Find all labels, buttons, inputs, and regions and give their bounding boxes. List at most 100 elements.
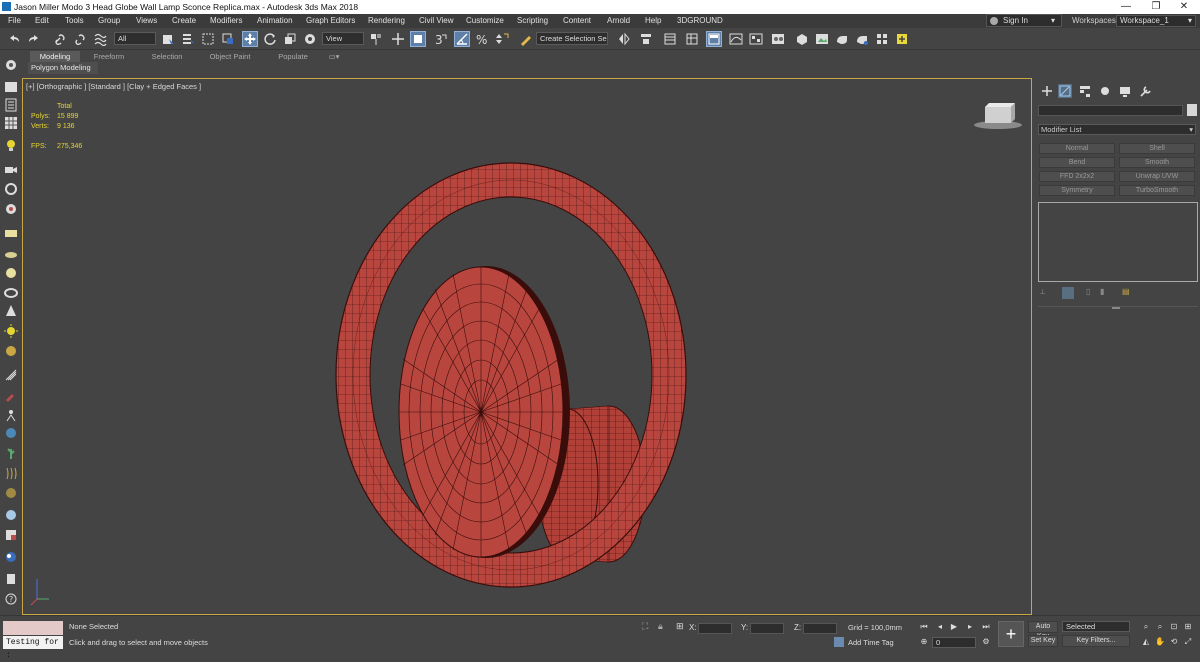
rendered-frame-icon[interactable] — [814, 31, 830, 47]
edit-named-sel-icon[interactable] — [518, 31, 534, 47]
menu-customize[interactable]: Customize — [466, 14, 504, 28]
prev-frame-icon[interactable]: ◂ — [934, 621, 946, 633]
modify-tab-icon[interactable] — [1058, 84, 1072, 98]
rollout-grip[interactable] — [1112, 307, 1120, 309]
add-time-tag-button[interactable]: Add Time Tag — [848, 638, 894, 647]
modifier-turbosmooth-button[interactable]: TurboSmooth — [1119, 185, 1195, 196]
globe-icon[interactable] — [4, 426, 18, 440]
mirror-icon[interactable] — [616, 31, 632, 47]
auto-key-button[interactable]: Auto Key — [1028, 621, 1058, 640]
material-sphere-icon[interactable] — [4, 344, 18, 358]
spacewarp-icon[interactable] — [4, 202, 18, 216]
plant-icon[interactable] — [4, 446, 18, 460]
select-rotate-icon[interactable] — [262, 31, 278, 47]
a360-icon[interactable] — [874, 31, 890, 47]
absolute-mode-icon[interactable]: ⊞ — [676, 621, 684, 632]
modifier-unwrap-uvw-button[interactable]: Unwrap UVW — [1119, 171, 1195, 182]
key-filters-button[interactable]: Key Filters... — [1062, 635, 1130, 647]
brush-icon[interactable] — [4, 388, 18, 402]
time-config-icon[interactable]: ⚙ — [980, 636, 992, 648]
next-frame-icon[interactable]: ▸ — [964, 621, 976, 633]
selection-filter-dropdown[interactable]: All — [114, 32, 156, 45]
x-coordinate-field[interactable] — [698, 623, 732, 634]
modifier-ffd-button[interactable]: FFD 2x2x2 — [1039, 171, 1115, 182]
light-bulb-icon[interactable] — [4, 138, 18, 152]
cone-primitive-icon[interactable] — [4, 246, 18, 260]
orbit-icon[interactable]: ⟲ — [1168, 636, 1180, 648]
helper-icon[interactable] — [4, 182, 18, 196]
material-editor-icon[interactable] — [770, 31, 786, 47]
workspace-dropdown[interactable]: Workspace_1 ▾ — [1116, 15, 1196, 27]
zoom-extents-all-icon[interactable]: ⊞ — [1182, 621, 1194, 633]
key-mode-dropdown[interactable]: Selected — [1062, 621, 1130, 632]
add-time-tag-icon[interactable] — [834, 637, 844, 647]
zoom-all-icon[interactable]: ⌕ — [1154, 621, 1166, 633]
object-name-input[interactable] — [1038, 105, 1183, 116]
grid-toggle-icon[interactable] — [4, 116, 18, 130]
window-crossing-icon[interactable] — [220, 31, 236, 47]
menu-create[interactable]: Create — [172, 14, 196, 28]
select-scale-icon[interactable] — [282, 31, 298, 47]
show-end-result-icon[interactable] — [1062, 287, 1074, 299]
configure-sets-icon[interactable]: ▤ — [1122, 287, 1130, 296]
set-key-icon[interactable]: + — [998, 621, 1024, 647]
create-tab-icon[interactable] — [1040, 84, 1054, 98]
cone-icon[interactable] — [4, 304, 18, 318]
modifier-list-dropdown[interactable]: Modifier List ▾ — [1038, 124, 1196, 135]
schematic-view-icon[interactable] — [748, 31, 764, 47]
menu-rendering[interactable]: Rendering — [368, 14, 405, 28]
cloth-icon[interactable] — [4, 486, 18, 500]
viewport-canvas[interactable] — [23, 79, 1032, 615]
remove-modifier-icon[interactable]: ▮ — [1100, 287, 1104, 296]
spinner-snap-icon[interactable] — [494, 31, 510, 47]
menu-3dground[interactable]: 3DGROUND — [677, 14, 723, 28]
bind-spacewarp-icon[interactable] — [92, 31, 108, 47]
unlink-icon[interactable] — [72, 31, 88, 47]
max-script-icon[interactable] — [894, 31, 910, 47]
tab-populate[interactable]: Populate — [268, 51, 318, 62]
redo-icon[interactable] — [26, 31, 42, 47]
tab-freeform[interactable]: Freeform — [84, 51, 134, 62]
close-button[interactable]: ✕ — [1164, 0, 1200, 14]
z-coordinate-field[interactable] — [803, 623, 837, 634]
panel-toggle-icon[interactable] — [4, 572, 18, 586]
menu-graph-editors[interactable]: Graph Editors — [306, 14, 355, 28]
goto-start-icon[interactable]: ⏮ — [918, 621, 930, 633]
hierarchy-tab-icon[interactable] — [1078, 84, 1092, 98]
ribbon-options-icon[interactable]: ▭▾ — [324, 51, 344, 62]
layer-explorer-icon[interactable] — [684, 31, 700, 47]
torus-primitive-icon[interactable] — [4, 286, 18, 300]
pan-icon[interactable]: ✋ — [1154, 636, 1166, 648]
menu-file[interactable]: File — [8, 14, 21, 28]
curve-editor-icon[interactable] — [728, 31, 744, 47]
utilities-tab-icon[interactable] — [1138, 84, 1152, 98]
manipulate-icon[interactable] — [390, 31, 406, 47]
select-place-icon[interactable] — [302, 31, 318, 47]
motion-tab-icon[interactable] — [1098, 84, 1112, 98]
hair-icon[interactable] — [4, 466, 18, 480]
set-key-button[interactable]: Set Key — [1028, 635, 1058, 647]
menu-civil-view[interactable]: Civil View — [419, 14, 454, 28]
named-selection-dropdown[interactable]: Create Selection Se — [536, 32, 608, 45]
isolate-selection-icon[interactable]: ⛶ — [642, 621, 648, 632]
maxscript-output[interactable] — [3, 621, 63, 635]
keyboard-shortcut-icon[interactable] — [410, 31, 426, 47]
modifier-symmetry-button[interactable]: Symmetry — [1039, 185, 1115, 196]
perspective-viewport[interactable]: [+] [Orthographic ] [Standard ] [Clay + … — [22, 78, 1032, 615]
tab-modeling[interactable]: Modeling — [30, 51, 80, 62]
tab-selection[interactable]: Selection — [142, 51, 192, 62]
play-icon[interactable]: ▶ — [948, 621, 960, 633]
pin-stack-icon[interactable]: ⟂ — [1040, 287, 1045, 297]
scene-explorer-icon[interactable] — [662, 31, 678, 47]
particles-icon[interactable] — [4, 368, 18, 382]
render-setup-icon[interactable] — [794, 31, 810, 47]
selection-lock-icon[interactable]: 🔒︎ — [658, 621, 663, 632]
y-coordinate-field[interactable] — [750, 623, 784, 634]
camera-icon[interactable] — [4, 162, 18, 176]
align-icon[interactable] — [638, 31, 654, 47]
view-cube-icon[interactable] — [974, 103, 1022, 129]
menu-arnold[interactable]: Arnold — [607, 14, 630, 28]
undo-icon[interactable] — [6, 31, 22, 47]
reference-coord-dropdown[interactable]: View — [322, 32, 364, 45]
water-sphere-icon[interactable] — [4, 508, 18, 522]
